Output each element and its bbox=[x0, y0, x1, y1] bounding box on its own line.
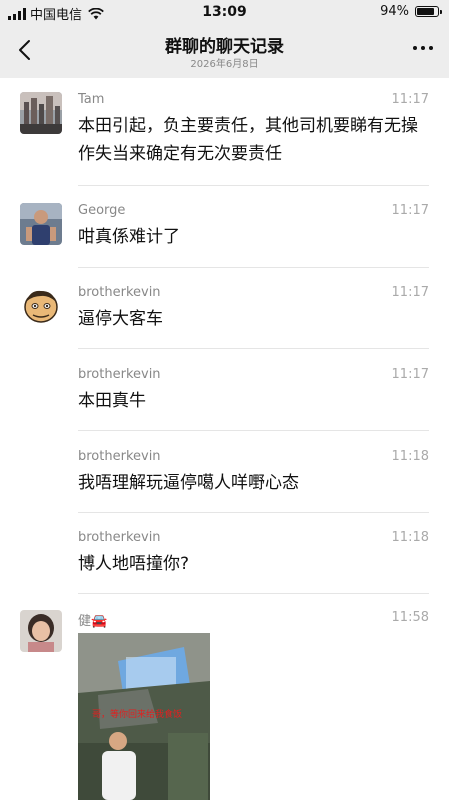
avatar-tam[interactable] bbox=[20, 92, 62, 134]
message-text: 本田真牛 bbox=[78, 391, 146, 411]
divider bbox=[78, 512, 429, 513]
message-time: 11:17 bbox=[391, 367, 429, 382]
page-subtitle: 2026年6月8日 bbox=[190, 59, 259, 70]
message-item: 健🚘 11:58 bbox=[0, 610, 449, 800]
avatar-brotherkevin[interactable] bbox=[20, 285, 62, 327]
message-item: brotherkevin 11:18 博人地唔撞你? bbox=[0, 530, 449, 594]
divider bbox=[78, 348, 429, 349]
message-item: brotherkevin 11:17 本田真牛 bbox=[0, 367, 449, 431]
status-right: 94% bbox=[380, 4, 442, 19]
message-item: George 11:17 咁真係难计了 bbox=[0, 203, 449, 268]
more-dots-icon[interactable] bbox=[413, 46, 433, 50]
message-time: 11:18 bbox=[391, 530, 429, 545]
message-time: 11:17 bbox=[391, 92, 429, 107]
message-text: 本田引起，负主要责任，其他司机要睇有无操作失当来确定有无次要责任 bbox=[78, 116, 418, 164]
avatar-george[interactable] bbox=[20, 203, 62, 245]
message-time: 11:17 bbox=[391, 203, 429, 218]
message-time: 11:17 bbox=[391, 285, 429, 300]
message-item: brotherkevin 11:18 我唔理解玩逼停噶人咩嘢心态 bbox=[0, 449, 449, 513]
avatar-jian[interactable] bbox=[20, 610, 62, 652]
message-text: 我唔理解玩逼停噶人咩嘢心态 bbox=[78, 473, 299, 493]
message-text: 咁真係难计了 bbox=[78, 227, 180, 247]
status-bar: 中国电信 13:09 94% bbox=[0, 0, 449, 26]
page-title: 群聊的聊天记录 bbox=[165, 37, 284, 57]
message-image[interactable]: 哥，等你回来给我食饭 bbox=[78, 633, 210, 800]
battery-fill bbox=[417, 8, 434, 15]
message-text: 博人地唔撞你? bbox=[78, 554, 190, 574]
sender-name: Tam bbox=[78, 92, 105, 107]
sender-name: brotherkevin bbox=[78, 367, 161, 382]
sender-name: brotherkevin bbox=[78, 530, 161, 545]
sender-name: 健🚘 bbox=[78, 614, 108, 629]
message-item: Tam 11:17 本田引起，负主要责任，其他司机要睇有无操作失当来确定有无次要… bbox=[0, 92, 449, 186]
image-caption: 哥，等你回来给我食饭 bbox=[92, 710, 183, 720]
message-time: 11:58 bbox=[391, 610, 429, 625]
nav-bar: 群聊的聊天记录 2026年6月8日 bbox=[0, 26, 449, 78]
divider bbox=[78, 593, 429, 594]
sender-name: brotherkevin bbox=[78, 449, 161, 464]
sender-name: brotherkevin bbox=[78, 285, 161, 300]
message-text: 逼停大客车 bbox=[78, 309, 163, 329]
divider bbox=[78, 267, 429, 268]
sender-name: George bbox=[78, 203, 126, 218]
message-time: 11:18 bbox=[391, 449, 429, 464]
divider bbox=[78, 185, 429, 186]
divider bbox=[78, 430, 429, 431]
message-item: brotherkevin 11:17 逼停大客车 bbox=[0, 285, 449, 349]
battery-percent: 94% bbox=[380, 4, 409, 19]
battery-icon bbox=[415, 6, 442, 17]
